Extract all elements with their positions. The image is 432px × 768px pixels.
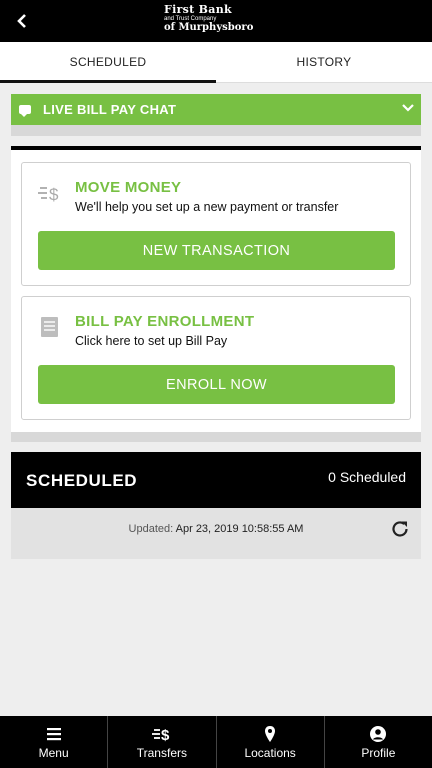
updated-label: Updated: [128, 523, 174, 535]
tab-bar: SCHEDULED HISTORY [0, 42, 432, 83]
bank-logo: First Bank and Trust Company of Murphysb… [164, 4, 253, 33]
nav-locations[interactable]: Locations [215, 716, 324, 768]
nav-profile[interactable]: Profile [323, 716, 432, 768]
nav-menu-label: Menu [38, 745, 69, 760]
tab-scheduled[interactable]: SCHEDULED [0, 42, 216, 83]
actions-panel-footer [11, 432, 421, 442]
live-chat-label: LIVE BILL PAY CHAT [43, 102, 177, 117]
svg-text:$: $ [49, 185, 59, 204]
logo-line-1: First Bank [164, 3, 232, 16]
enrollment-subtitle[interactable]: Click here to set up Bill Pay [75, 334, 227, 348]
bill-pay-enrollment-card: BILL PAY ENROLLMENT Click here to set up… [21, 296, 411, 420]
move-money-card: $ MOVE MONEY We'll help you set up a new… [21, 162, 411, 286]
updated-value: Apr 23, 2019 10:58:55 AM [175, 523, 304, 535]
transfers-icon: $ [38, 185, 59, 204]
logo-line-3: of Murphysboro [164, 22, 254, 33]
chevron-down-icon [402, 104, 414, 112]
chevron-left-icon [17, 14, 26, 28]
location-pin-icon [264, 725, 276, 743]
live-chat-bar[interactable]: LIVE BILL PAY CHAT [11, 94, 421, 125]
scheduled-count: 0 Scheduled [328, 469, 406, 485]
new-transaction-button[interactable]: NEW TRANSACTION [38, 231, 395, 270]
back-button[interactable] [10, 9, 34, 33]
svg-text:$: $ [161, 727, 170, 743]
updated-timestamp: Updated: Apr 23, 2019 10:58:55 AM [11, 523, 421, 535]
scheduled-title: SCHEDULED [26, 471, 138, 490]
move-money-subtitle: We'll help you set up a new payment or t… [75, 200, 339, 214]
enroll-now-button[interactable]: ENROLL NOW [38, 365, 395, 404]
top-bar: First Bank and Trust Company of Murphysb… [0, 0, 432, 42]
document-icon [41, 317, 58, 337]
nav-profile-label: Profile [361, 745, 396, 760]
chat-bar-shadow [11, 125, 421, 136]
menu-icon [46, 725, 62, 743]
tab-history[interactable]: HISTORY [216, 42, 432, 82]
nav-transfers[interactable]: $ Transfers [107, 716, 215, 768]
refresh-icon[interactable] [389, 518, 411, 540]
enrollment-title: BILL PAY ENROLLMENT [75, 313, 255, 330]
nav-menu[interactable]: Menu [0, 716, 107, 768]
profile-icon [369, 725, 387, 743]
move-money-title: MOVE MONEY [75, 179, 182, 196]
nav-transfers-label: Transfers [136, 745, 187, 760]
chat-icon [19, 105, 31, 117]
transfers-icon: $ [151, 725, 172, 743]
nav-locations-label: Locations [244, 745, 296, 760]
scheduled-status: Updated: Apr 23, 2019 10:58:55 AM [11, 508, 421, 559]
scheduled-header: SCHEDULED 0 Scheduled [11, 452, 421, 508]
bottom-navigation: Menu $ Transfers Locations Profile [0, 716, 432, 768]
